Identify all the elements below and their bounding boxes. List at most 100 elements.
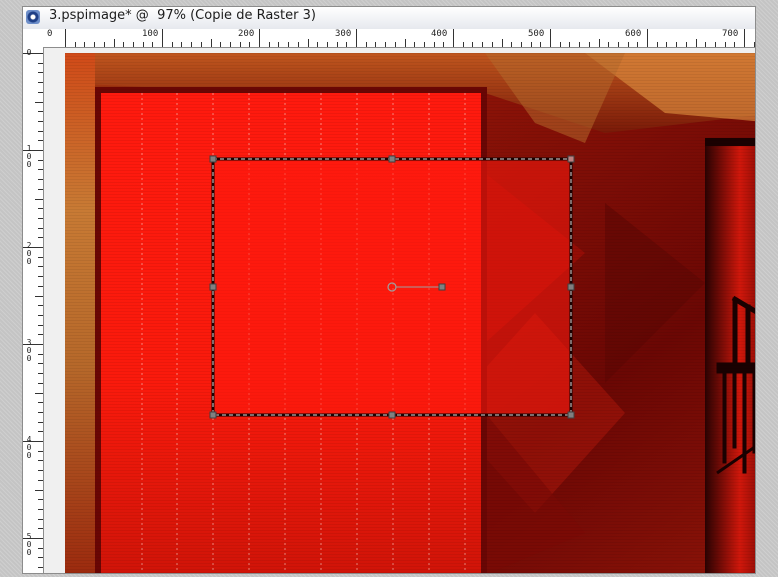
ruler-tick bbox=[123, 42, 125, 47]
ruler-tick bbox=[84, 42, 86, 47]
ruler-tick bbox=[38, 567, 43, 569]
ruler-tick bbox=[35, 198, 43, 200]
ruler-tick bbox=[472, 42, 474, 47]
handle-middle-right[interactable] bbox=[567, 283, 575, 291]
ruler-tick bbox=[307, 39, 309, 47]
ruler-tick bbox=[191, 42, 193, 47]
title-bar[interactable]: 3.pspimage* @ 97% (Copie de Raster 3) bbox=[23, 7, 755, 30]
ruler-h-label: 300 bbox=[335, 29, 352, 39]
ruler-h-label: 0 bbox=[47, 29, 53, 39]
ruler-tick bbox=[462, 42, 464, 47]
ruler-tick bbox=[132, 42, 134, 47]
pasted-layer bbox=[213, 159, 571, 415]
ruler-tick bbox=[637, 42, 639, 47]
ruler-tick bbox=[38, 460, 43, 462]
ruler-tick bbox=[423, 42, 425, 47]
ruler-h-label: 100 bbox=[142, 29, 159, 39]
ruler-tick bbox=[676, 42, 678, 47]
handle-middle-left[interactable] bbox=[209, 283, 217, 291]
ruler-tick bbox=[38, 276, 43, 278]
ruler-tick bbox=[38, 208, 43, 210]
ruler-v-label: 2 0 0 bbox=[26, 241, 32, 266]
ruler-tick bbox=[38, 518, 43, 520]
ruler-tick bbox=[35, 101, 43, 103]
ruler-tick bbox=[38, 256, 43, 258]
ruler-tick bbox=[38, 179, 43, 181]
ruler-tick bbox=[385, 42, 387, 47]
vertical-ruler[interactable]: 0 1 0 0 2 0 0 3 0 0 4 0 0 5 0 0 bbox=[23, 47, 44, 573]
ruler-tick bbox=[38, 479, 43, 481]
ruler-tick bbox=[35, 489, 43, 491]
ruler-tick bbox=[38, 91, 43, 93]
ruler-tick bbox=[666, 42, 668, 47]
ruler-tick bbox=[38, 82, 43, 84]
ruler-tick bbox=[38, 305, 43, 307]
ruler-tick bbox=[35, 392, 43, 394]
ruler-h-label: 700 bbox=[722, 29, 739, 39]
ruler-tick bbox=[656, 42, 658, 47]
ruler-tick bbox=[38, 450, 43, 452]
ruler-tick bbox=[695, 39, 697, 47]
ruler-v-label: 1 0 0 bbox=[26, 144, 32, 169]
ruler-tick bbox=[559, 42, 561, 47]
psp-document-icon bbox=[26, 10, 40, 24]
ruler-tick bbox=[491, 42, 493, 47]
handle-top-left[interactable] bbox=[209, 155, 217, 163]
ruler-tick bbox=[433, 42, 435, 47]
ruler-tick bbox=[482, 42, 484, 47]
ruler-tick bbox=[530, 42, 532, 47]
ruler-tick bbox=[365, 42, 367, 47]
ruler-tick bbox=[181, 42, 183, 47]
ruler-tick bbox=[259, 29, 260, 47]
handle-bottom-right[interactable] bbox=[567, 411, 575, 419]
ruler-tick bbox=[210, 39, 212, 47]
ruler-tick bbox=[38, 285, 43, 287]
ruler-tick bbox=[404, 39, 406, 47]
ruler-tick bbox=[38, 266, 43, 268]
ruler-tick bbox=[38, 528, 43, 530]
ruler-tick bbox=[414, 42, 416, 47]
ruler-h-label: 600 bbox=[625, 29, 642, 39]
ruler-tick bbox=[579, 42, 581, 47]
ruler-tick bbox=[501, 39, 503, 47]
ruler-tick bbox=[38, 402, 43, 404]
ruler-tick bbox=[162, 29, 163, 47]
ruler-tick bbox=[375, 42, 377, 47]
ruler-tick bbox=[278, 42, 280, 47]
handle-top-right[interactable] bbox=[567, 155, 575, 163]
ruler-tick bbox=[38, 237, 43, 239]
ruler-tick bbox=[685, 42, 687, 47]
image-canvas[interactable] bbox=[65, 53, 755, 573]
ruler-tick bbox=[38, 111, 43, 113]
ruler-tick bbox=[38, 334, 43, 336]
ruler-tick bbox=[38, 314, 43, 316]
ruler-tick bbox=[608, 42, 610, 47]
ruler-tick bbox=[38, 373, 43, 375]
ruler-h-label: 500 bbox=[528, 29, 545, 39]
ruler-tick bbox=[65, 29, 66, 47]
ruler-tick bbox=[38, 431, 43, 433]
ruler-tick bbox=[588, 42, 590, 47]
ruler-v-label: 0 bbox=[26, 48, 32, 57]
ruler-h-label: 200 bbox=[238, 29, 255, 39]
ruler-tick bbox=[705, 42, 707, 47]
ruler-tick bbox=[734, 42, 736, 47]
ruler-tick bbox=[540, 42, 542, 47]
ruler-tick bbox=[38, 169, 43, 171]
canvas-artwork bbox=[65, 53, 755, 573]
handle-bottom-center[interactable] bbox=[388, 411, 396, 419]
ruler-v-label: 4 0 0 bbox=[26, 435, 32, 460]
ruler-tick bbox=[714, 42, 716, 47]
ruler-tick bbox=[268, 42, 270, 47]
ruler-v-label: 5 0 0 bbox=[26, 532, 32, 557]
ruler-tick bbox=[239, 42, 241, 47]
ruler-tick bbox=[38, 547, 43, 549]
ruler-tick bbox=[288, 42, 290, 47]
horizontal-ruler[interactable]: 0 100 200 300 400 500 600 700 bbox=[43, 29, 755, 48]
ruler-tick bbox=[38, 411, 43, 413]
handle-bottom-left[interactable] bbox=[209, 411, 217, 419]
handle-top-center[interactable] bbox=[388, 155, 396, 163]
ruler-tick bbox=[200, 42, 202, 47]
ruler-h-label: 400 bbox=[431, 29, 448, 39]
rotation-handle[interactable] bbox=[438, 283, 446, 291]
